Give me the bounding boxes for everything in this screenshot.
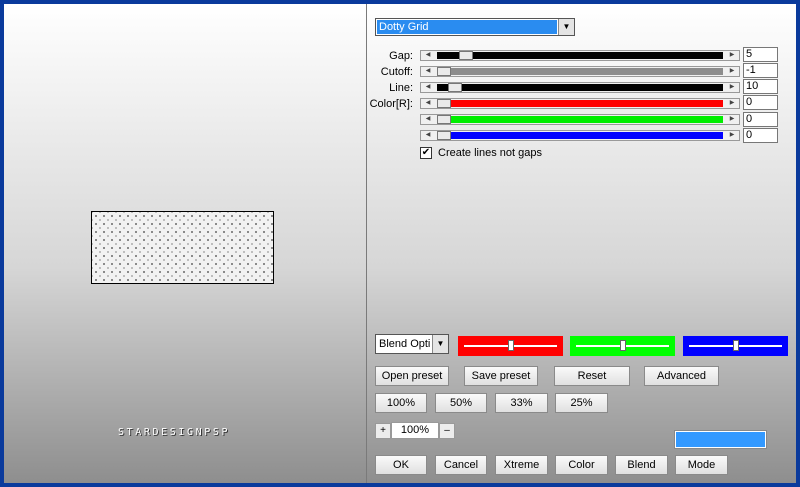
cutoff-value[interactable]: -1	[743, 63, 778, 78]
zoom-value: 100%	[391, 422, 439, 439]
preview-image	[91, 211, 274, 284]
color-b-value[interactable]: 0	[743, 128, 778, 143]
zoom-out-button[interactable]: –	[439, 423, 455, 439]
gap-slider-thumb[interactable]	[458, 51, 473, 60]
zoom-50-button[interactable]: 50%	[435, 393, 487, 413]
color-r-label: Color[R]:	[369, 98, 413, 110]
ok-button[interactable]: OK	[375, 455, 427, 475]
arrow-right-icon[interactable]: ▶	[725, 51, 739, 60]
cutoff-label: Cutoff:	[380, 66, 413, 78]
line-slider-thumb[interactable]	[447, 83, 462, 92]
cancel-button[interactable]: Cancel	[435, 455, 487, 475]
blend-blue-slider[interactable]	[683, 336, 788, 356]
arrow-right-icon[interactable]: ▶	[725, 131, 739, 140]
cutoff-slider-thumb[interactable]	[437, 67, 451, 76]
color-r-value[interactable]: 0	[743, 95, 778, 110]
checkmark-icon: ✔	[421, 147, 431, 158]
arrow-right-icon[interactable]: ▶	[725, 115, 739, 124]
cutoff-slider-track[interactable]	[437, 68, 723, 75]
blend-red-knob[interactable]	[507, 340, 514, 351]
arrow-left-icon[interactable]: ◀	[421, 51, 435, 60]
line-slider-track[interactable]	[437, 84, 723, 91]
color-g-slider-thumb[interactable]	[437, 115, 451, 124]
arrow-right-icon[interactable]: ▶	[725, 67, 739, 76]
color-b-slider-track[interactable]	[437, 132, 723, 139]
blend-green-knob[interactable]	[619, 340, 626, 351]
plugin-window: STARDESIGNPSP Dotty Grid ▼ Gap: ◀ ▶ 5 Cu…	[0, 0, 800, 487]
arrow-right-icon[interactable]: ▶	[725, 83, 739, 92]
line-slider[interactable]: ◀ ▶	[420, 82, 740, 93]
watermark-text: STARDESIGNPSP	[118, 427, 231, 438]
save-preset-button[interactable]: Save preset	[464, 366, 538, 386]
xtreme-button[interactable]: Xtreme	[495, 455, 548, 475]
color-button[interactable]: Color	[555, 455, 608, 475]
gap-label: Gap:	[389, 50, 413, 62]
reset-button[interactable]: Reset	[554, 366, 630, 386]
gap-value[interactable]: 5	[743, 47, 778, 62]
preset-dropdown[interactable]: Dotty Grid ▼	[375, 18, 575, 36]
blend-green-slider[interactable]	[570, 336, 675, 356]
line-value[interactable]: 10	[743, 79, 778, 94]
zoom-33-button[interactable]: 33%	[495, 393, 548, 413]
zoom-25-button[interactable]: 25%	[555, 393, 608, 413]
color-g-value[interactable]: 0	[743, 112, 778, 127]
color-r-slider-track[interactable]	[437, 100, 723, 107]
blend-options-value: Blend Opti	[379, 338, 431, 350]
blend-blue-knob[interactable]	[732, 340, 739, 351]
color-g-slider-track[interactable]	[437, 116, 723, 123]
arrow-left-icon[interactable]: ◀	[421, 67, 435, 76]
blend-red-slider[interactable]	[458, 336, 563, 356]
gap-slider[interactable]: ◀ ▶	[420, 50, 740, 61]
create-lines-label[interactable]: Create lines not gaps	[438, 147, 542, 159]
arrow-right-icon[interactable]: ▶	[725, 99, 739, 108]
color-r-slider[interactable]: ◀ ▶	[420, 98, 740, 109]
chevron-down-icon[interactable]: ▼	[558, 19, 574, 35]
arrow-left-icon[interactable]: ◀	[421, 99, 435, 108]
zoom-100-button[interactable]: 100%	[375, 393, 427, 413]
color-swatch[interactable]	[674, 430, 767, 449]
preset-dropdown-value: Dotty Grid	[377, 20, 557, 34]
advanced-button[interactable]: Advanced	[644, 366, 719, 386]
create-lines-checkbox[interactable]: ✔	[420, 147, 432, 159]
chevron-down-icon[interactable]: ▼	[432, 335, 448, 353]
color-g-slider[interactable]: ◀ ▶	[420, 114, 740, 125]
plugin-panel: STARDESIGNPSP Dotty Grid ▼ Gap: ◀ ▶ 5 Cu…	[4, 4, 796, 483]
line-label: Line:	[389, 82, 413, 94]
zoom-in-button[interactable]: +	[375, 423, 391, 439]
open-preset-button[interactable]: Open preset	[375, 366, 449, 386]
arrow-left-icon[interactable]: ◀	[421, 131, 435, 140]
gap-slider-track[interactable]	[437, 52, 723, 59]
arrow-left-icon[interactable]: ◀	[421, 115, 435, 124]
blend-options-dropdown[interactable]: Blend Opti ▼	[375, 334, 449, 354]
blend-button[interactable]: Blend	[615, 455, 668, 475]
color-r-slider-thumb[interactable]	[437, 99, 451, 108]
mode-button[interactable]: Mode	[675, 455, 728, 475]
color-b-slider[interactable]: ◀ ▶	[420, 130, 740, 141]
cutoff-slider[interactable]: ◀ ▶	[420, 66, 740, 77]
arrow-left-icon[interactable]: ◀	[421, 83, 435, 92]
color-b-slider-thumb[interactable]	[437, 131, 451, 140]
